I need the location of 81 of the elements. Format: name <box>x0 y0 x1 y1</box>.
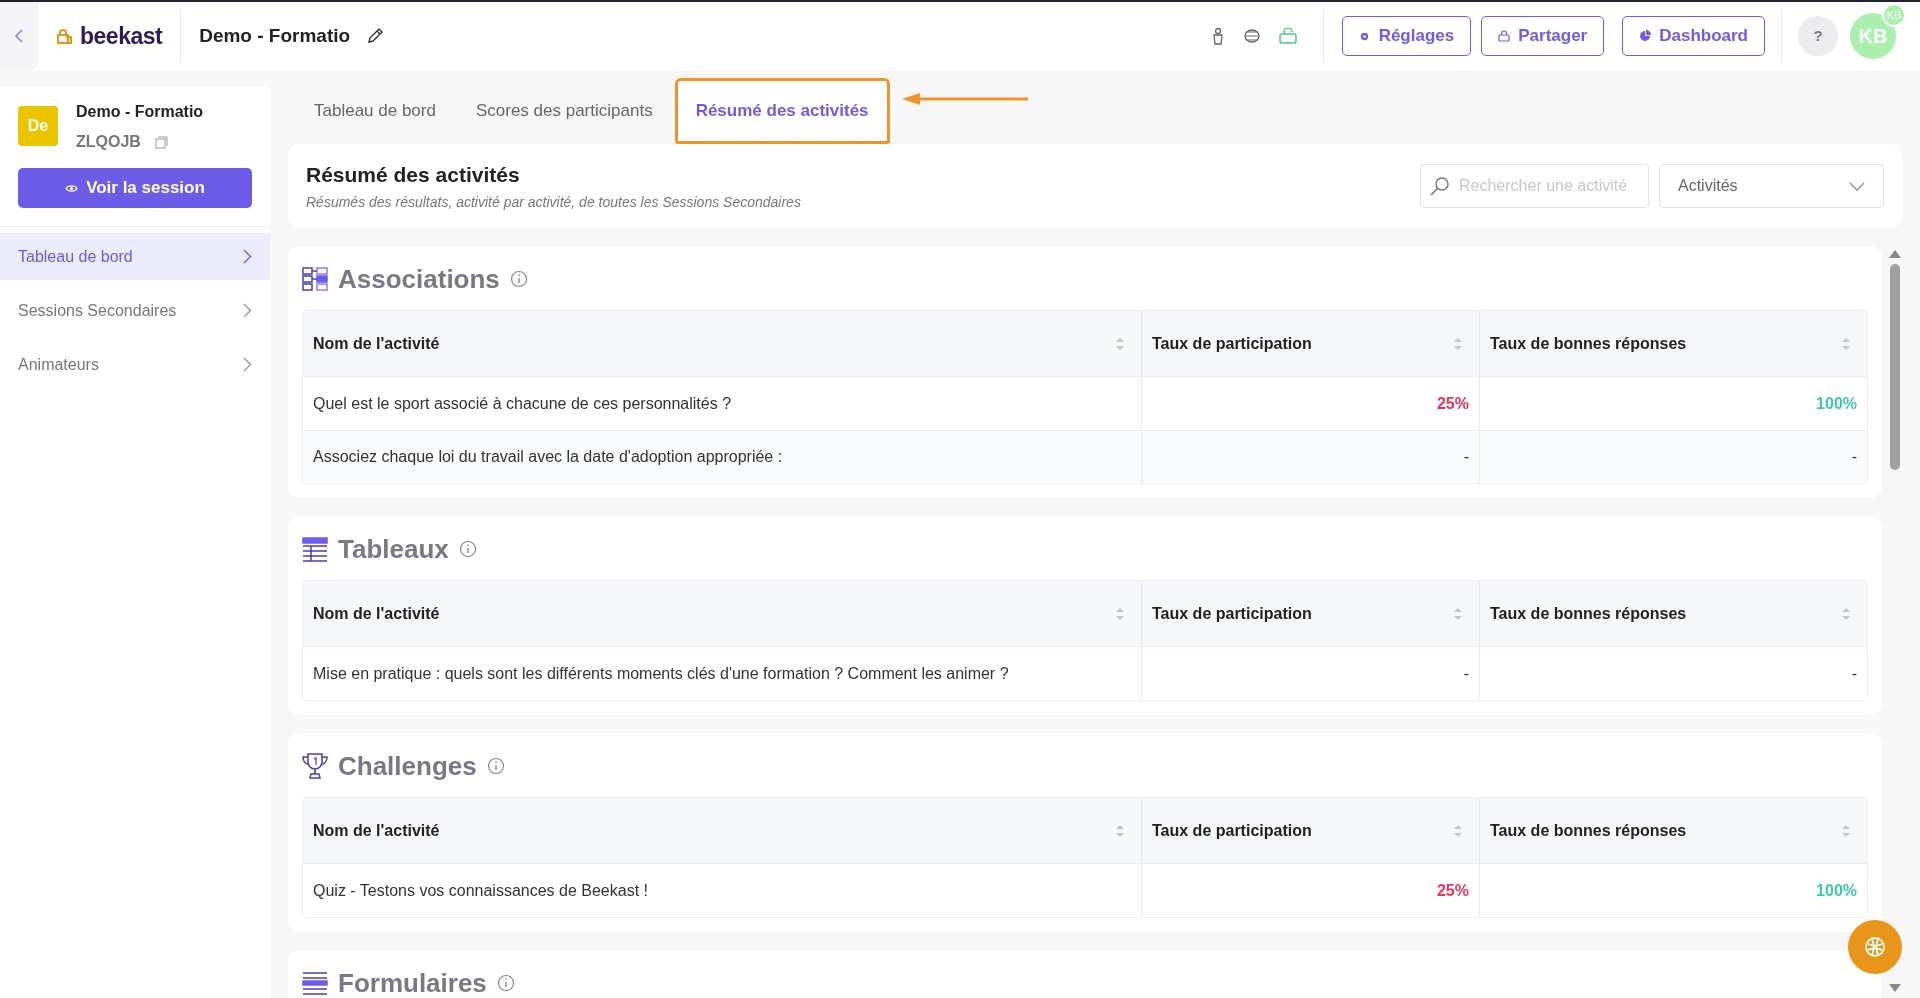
sidebar-item-label: Animateurs <box>18 354 99 375</box>
activity-dropdown[interactable]: Activités <box>1659 164 1884 208</box>
logo-text: beekast <box>80 21 163 51</box>
page-title: Résumé des activités <box>306 161 521 188</box>
lock-icon <box>1498 30 1511 42</box>
info-icon[interactable] <box>458 540 477 558</box>
table-cell: 25% <box>1141 864 1479 917</box>
table-cell: - <box>1141 647 1479 700</box>
pie-chart-icon <box>1639 30 1652 42</box>
table-cell: - <box>1479 431 1867 483</box>
table-cell-text: Associez chaque loi du travail avec la date d'adoption appropriée : <box>312 447 784 467</box>
search-icon <box>1430 176 1450 196</box>
lifebuoy-icon <box>1863 935 1887 959</box>
table-cell: 100% <box>1479 864 1867 917</box>
tab[interactable]: Tableau de bord <box>296 78 454 144</box>
lock-open-icon[interactable] <box>1278 28 1297 44</box>
table-cell-text: Quel est le sport associé à chacune de ces personnalités ? <box>312 393 733 414</box>
pencil-icon[interactable] <box>366 27 385 45</box>
session-title: Demo - Formatio <box>199 23 351 48</box>
tab[interactable]: Scores des participants <box>457 78 671 144</box>
chevron-right-icon <box>243 357 252 372</box>
avatar-badge: KB <box>1882 3 1906 27</box>
sort-icon[interactable] <box>1115 336 1125 351</box>
session-code: ZLQOJB <box>76 132 141 152</box>
view-session-button[interactable]: Voir la session <box>18 168 252 208</box>
table-cell-text: Mise en pratique : quels sont les différents moments clés d'une formation ? Comment les animer ? <box>312 663 1010 684</box>
sort-icon[interactable] <box>1453 606 1463 621</box>
trophy-icon <box>302 752 328 780</box>
copy-icon[interactable] <box>154 135 168 149</box>
session-badge: De <box>18 106 58 146</box>
help-chat-button[interactable] <box>1848 920 1902 974</box>
sort-icon[interactable] <box>1453 823 1463 838</box>
sidebar-item-label: Tableau de bord <box>18 246 133 267</box>
chevron-right-icon <box>243 303 252 318</box>
help-button[interactable]: ? <box>1798 16 1838 56</box>
sort-icon[interactable] <box>1115 606 1125 621</box>
sort-icon[interactable] <box>1841 606 1851 621</box>
column-header[interactable]: Taux de bonnes réponses <box>1479 581 1867 646</box>
table-cell: - <box>1479 647 1867 700</box>
section-title: Formulaires <box>338 966 487 998</box>
sidebar-item-label: Sessions Secondaires <box>18 300 177 321</box>
page-subtitle: Résumés des résultats, activité par activité, de toutes les Sessions Secondaires <box>306 193 801 213</box>
section-title: Challenges <box>338 749 477 783</box>
toolbar-button[interactable]: Réglages <box>1341 16 1472 56</box>
gear-icon <box>1358 30 1371 42</box>
section-title: Tableaux <box>338 532 449 566</box>
column-header[interactable]: Nom de l'activité <box>303 581 1141 646</box>
info-icon[interactable] <box>486 757 505 775</box>
sidebar-item[interactable]: Animateurs <box>0 341 270 388</box>
search-field[interactable]: Rechercher une activité <box>1420 164 1649 208</box>
matching-grid-icon <box>302 265 328 293</box>
tab[interactable]: Résumé des activités <box>674 78 890 144</box>
sort-icon[interactable] <box>1115 823 1125 838</box>
column-header[interactable]: Taux de bonnes réponses <box>1479 311 1867 376</box>
sort-icon[interactable] <box>1841 336 1851 351</box>
eye-icon <box>65 183 79 193</box>
globe-icon[interactable] <box>1242 28 1261 44</box>
sidebar-item[interactable]: Tableau de bord <box>0 233 270 280</box>
table-icon <box>302 535 328 563</box>
table-cell-text: Quiz - Testons vos connaissances de Beekast ! <box>312 880 649 901</box>
table-cell: - <box>1141 431 1479 483</box>
chevron-down-icon <box>1849 181 1865 191</box>
session-name: Demo - Formatio <box>76 102 204 122</box>
column-header[interactable]: Taux de participation <box>1141 311 1479 376</box>
column-header[interactable]: Taux de participation <box>1141 581 1479 646</box>
column-header[interactable]: Taux de bonnes réponses <box>1479 798 1867 863</box>
sort-icon[interactable] <box>1453 336 1463 351</box>
info-icon[interactable] <box>496 974 515 992</box>
list-lines-icon <box>302 969 328 997</box>
sidebar-item[interactable]: Sessions Secondaires <box>0 287 270 334</box>
info-icon[interactable] <box>509 270 528 288</box>
column-header[interactable]: Taux de participation <box>1141 798 1479 863</box>
toolbar-button[interactable]: Dashboard <box>1622 16 1765 56</box>
column-header[interactable]: Nom de l'activité <box>303 311 1141 376</box>
section-title: Associations <box>338 262 500 296</box>
person-icon[interactable] <box>1210 27 1225 45</box>
logo-icon <box>56 27 74 45</box>
column-header[interactable]: Nom de l'activité <box>303 798 1141 863</box>
toolbar-button[interactable]: Partager <box>1481 16 1605 56</box>
sort-icon[interactable] <box>1841 823 1851 838</box>
chevron-right-icon <box>243 249 252 264</box>
